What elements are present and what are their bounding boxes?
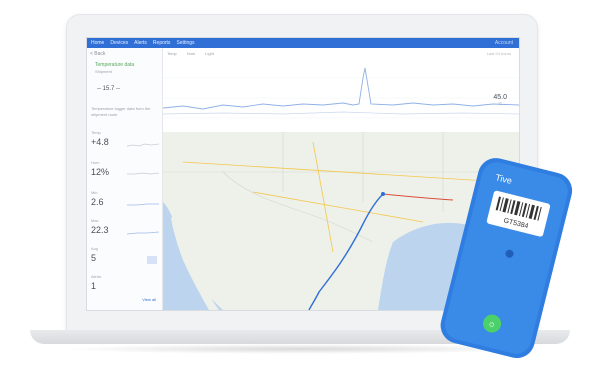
device-title: Temperature data	[95, 62, 135, 68]
stat-label: Temp	[91, 130, 101, 135]
view-all-link[interactable]: View all	[142, 297, 156, 302]
stat-humidity: Hum 12%	[91, 160, 159, 188]
stat-label: Min	[91, 190, 98, 195]
stat-label: Alerts	[91, 274, 102, 279]
tracker-device: GT5384 Tive ⏻	[440, 158, 573, 359]
stat-min: Min 2.6	[91, 190, 159, 218]
sensor-chart: Temp Hum Light Last 24 hours 45.0 °C	[163, 48, 519, 133]
stat-label: Avg	[91, 246, 98, 251]
stat-value: 1	[91, 281, 97, 291]
sparkline-avg	[147, 256, 157, 264]
chart-plot	[163, 67, 519, 119]
device-description: Temperature logger data from the shipmen…	[91, 106, 151, 117]
stat-label: Hum	[91, 160, 100, 165]
stat-temp: Temp +4.8	[91, 130, 159, 158]
temperature-series-line	[163, 67, 519, 110]
nav-item-settings[interactable]: Settings	[176, 40, 194, 46]
stat-label: Max	[91, 218, 99, 223]
stat-max: Max 22.3	[91, 218, 159, 246]
nav-item-alerts[interactable]: Alerts	[134, 40, 147, 46]
secondary-series-line	[163, 111, 519, 115]
route-marker	[381, 192, 385, 196]
app-top-bar: Home Devices Alerts Reports Settings Acc…	[87, 38, 519, 48]
account-menu[interactable]: Account	[495, 40, 519, 46]
device-subtitle: Shipment	[95, 69, 112, 74]
sparkline-temp	[127, 143, 159, 147]
sparkline-humidity	[127, 172, 159, 175]
nav-item-devices[interactable]: Devices	[110, 40, 128, 46]
stat-avg: Avg 5	[91, 246, 159, 274]
readout-value: 45.0	[493, 94, 507, 101]
back-link[interactable]: < Back	[90, 51, 105, 57]
tracker-face	[444, 162, 568, 354]
nav-item-reports[interactable]: Reports	[153, 40, 171, 46]
sparkline-max	[127, 231, 159, 235]
temperature-range: -- 15.7 --	[97, 86, 121, 92]
readout-unit: °C	[497, 101, 503, 106]
chart-readout: 45.0 °C	[493, 94, 507, 106]
device-sidebar: < Back Temperature data Shipment -- 15.7…	[87, 48, 163, 310]
sparkline-min	[127, 203, 159, 206]
nav-item-home[interactable]: Home	[91, 40, 104, 46]
